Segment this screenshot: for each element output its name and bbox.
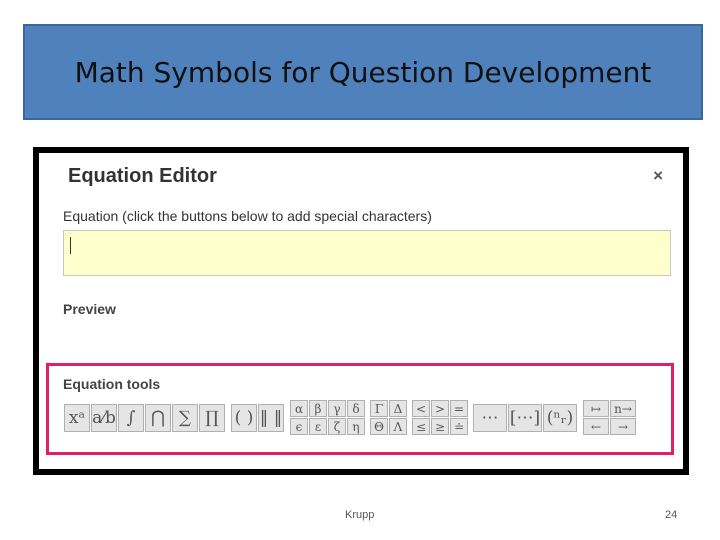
alpha-button[interactable]: α: [290, 400, 308, 417]
text-caret: [70, 237, 71, 254]
equation-editor-dialog: Equation Editor × Equation (click the bu…: [39, 153, 683, 469]
equals-button[interactable]: =: [450, 400, 468, 417]
equation-tools-label: Equation tools: [63, 376, 161, 392]
less-equal-button[interactable]: ≤: [412, 418, 430, 435]
limit-arrow-button[interactable]: n→: [610, 400, 636, 417]
page-number: 24: [665, 509, 678, 521]
slide-title-band: Math Symbols for Question Development: [23, 24, 703, 120]
screenshot-frame: Equation Editor × Equation (click the bu…: [33, 147, 689, 475]
arrows-group: ↦ ← n→ →: [583, 400, 636, 435]
fraction-button[interactable]: a⁄b: [91, 403, 117, 432]
gamma-button[interactable]: γ: [328, 400, 346, 417]
theta-upper-button[interactable]: Θ: [370, 418, 388, 435]
approaches-button[interactable]: ≐: [450, 418, 468, 435]
beta-button[interactable]: β: [309, 400, 327, 417]
relations-group: < ≤ > ≥ = ≐: [412, 400, 468, 435]
lambda-upper-button[interactable]: Λ: [389, 418, 407, 435]
operators-group: xᵃ a⁄b ∫ ⋂ ∑ ∏: [64, 403, 226, 432]
equation-toolbar: xᵃ a⁄b ∫ ⋂ ∑ ∏ ( ) ‖ ‖ α ϵ β ε γ ζ δ η Γ…: [64, 400, 636, 435]
eta-button[interactable]: η: [347, 418, 365, 435]
dialog-title: Equation Editor: [68, 165, 217, 187]
equation-tools-panel: Equation tools xᵃ a⁄b ∫ ⋂ ∑ ∏ ( ) ‖ ‖ α …: [46, 363, 674, 455]
superscript-button[interactable]: xᵃ: [64, 403, 90, 432]
mapsto-arrow-button[interactable]: ↦: [583, 400, 609, 417]
slide-title: Math Symbols for Question Development: [74, 55, 652, 89]
preview-label: Preview: [63, 301, 116, 317]
epsilon-button[interactable]: ϵ: [290, 418, 308, 435]
greek-upper-group: Γ Θ Δ Λ: [370, 400, 407, 435]
equation-label: Equation (click the buttons below to add…: [63, 208, 432, 224]
dots-button[interactable]: ⋯: [473, 403, 507, 432]
less-than-button[interactable]: <: [412, 400, 430, 417]
matrix-group: ⋯ [⋯] (ⁿᵣ): [473, 403, 578, 432]
greek-lower-group: α ϵ β ε γ ζ δ η: [290, 400, 365, 435]
sum-button[interactable]: ∑: [172, 403, 198, 432]
gamma-upper-button[interactable]: Γ: [370, 400, 388, 417]
footer-author: Krupp: [345, 509, 375, 521]
matrix-button[interactable]: [⋯]: [508, 403, 542, 432]
binomial-button[interactable]: (ⁿᵣ): [543, 403, 577, 432]
close-icon[interactable]: ×: [653, 166, 663, 186]
norm-button[interactable]: ‖ ‖: [258, 403, 284, 432]
delta-button[interactable]: δ: [347, 400, 365, 417]
left-arrow-button[interactable]: ←: [583, 418, 609, 435]
brackets-group: ( ) ‖ ‖: [231, 403, 285, 432]
delta-upper-button[interactable]: Δ: [389, 400, 407, 417]
product-button[interactable]: ∏: [199, 403, 225, 432]
zeta-button[interactable]: ζ: [328, 418, 346, 435]
greater-than-button[interactable]: >: [431, 400, 449, 417]
greater-equal-button[interactable]: ≥: [431, 418, 449, 435]
intersection-button[interactable]: ⋂: [145, 403, 171, 432]
equation-input[interactable]: [63, 230, 671, 276]
right-arrow-button[interactable]: →: [610, 418, 636, 435]
integral-button[interactable]: ∫: [118, 403, 144, 432]
parentheses-button[interactable]: ( ): [231, 403, 257, 432]
varepsilon-button[interactable]: ε: [309, 418, 327, 435]
